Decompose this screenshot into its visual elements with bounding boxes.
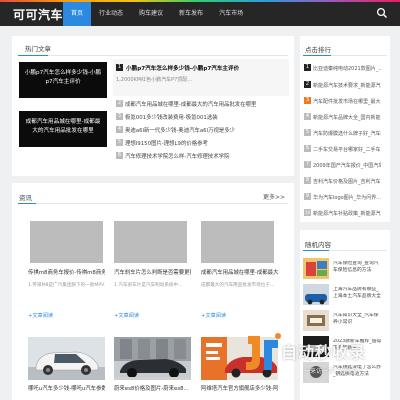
news-more-link[interactable]: 更多>> [263,192,285,201]
hot-item-title[interactable]: 极氪001多少钱改装费用-极氪001选装 [125,113,218,121]
thumbnail[interactable] [303,310,329,331]
rank-badge: 9 [304,193,311,200]
rank-badge: 10 [304,209,311,216]
card-title[interactable]: 阿维塔汽车官方旗舰店多少钱-阿维... [201,384,278,392]
rank-badge: 6 [304,145,311,152]
ranking-title: 点击排行 [305,46,331,54]
car-photo[interactable] [28,337,105,380]
nav-item-market[interactable]: 汽车市场 [211,2,251,26]
card-title[interactable]: 传祺m8商务车报价-传祺m8商务... [28,268,105,276]
ranking-item[interactable]: 汽车防爆膜选什么牌子好_汽车防... [313,130,381,137]
nav-item-buying-advice[interactable]: 购车建议 [131,2,171,26]
rank-badge: 4 [304,113,311,120]
read-more-link[interactable]: +文章阅读 [201,312,226,319]
divider [18,203,288,204]
main-nav: 首页 行业动态 购车建议 新车发布 汽车市场 [63,2,251,26]
thumbnail[interactable] [303,284,329,305]
hot-item-title[interactable]: 小鹏p7汽车怎么样多少钱-小鹏p7汽车主评价 [126,64,239,72]
card-title[interactable]: 哪吒u汽车多少钱-哪吒u汽车参数... [28,384,105,392]
rank-badge: 2 [116,100,123,107]
rank-badge: 7 [304,161,311,168]
nav-item-industry[interactable]: 行业动态 [91,2,131,26]
rank-badge: 8 [304,177,311,184]
ranking-item[interactable]: 新能源汽车品牌大全_国内新能... [313,114,381,121]
nav-item-home[interactable]: 首页 [63,2,92,26]
read-more-link[interactable]: +文章阅读 [114,312,139,319]
card-image[interactable] [201,221,274,263]
ranking-item[interactable]: 新能源汽车技术要求_新能源汽车... [313,82,381,89]
read-more-link[interactable]: +文章阅读 [28,312,53,319]
nav-item-new-cars[interactable]: 新车发布 [171,2,211,26]
ranking-item[interactable]: 汽车配件批发市场在哪里_最大汽... [313,98,381,105]
ranking-item[interactable]: 二手车交易平台哪家好_二手车交... [313,146,381,153]
card-summary: 1.汽车刹车片是汽车制动系统中... [114,283,183,288]
title-underline [303,55,331,56]
card-title[interactable]: 成都汽车用品城在哪里-成都最大... [201,268,278,276]
rank-badge: 5 [116,139,123,146]
hot-articles-title: 热门文章 [25,45,51,53]
title-underline [18,55,48,56]
rank-badge: 3 [304,97,311,104]
thumbnail[interactable] [303,258,329,279]
divider [18,55,288,56]
random-item-title[interactable]: 汽车保险查询_查询汽车保险信息的方法 [333,261,383,275]
ranking-item[interactable]: 比亚迪秦纯电动2021款图片_... [313,65,381,72]
random-item-title[interactable]: 上海汽车品牌有哪些_上海本土汽车品牌大全 [333,287,383,301]
rank-badge: 6 [116,152,123,159]
card-title[interactable]: 汽车刹车片怎么判断是否需要更换... [114,268,191,276]
featured-image[interactable]: 小鹏p7汽车怎么样多少钱-小鹏p7汽车主评价 [19,62,107,98]
rank-badge: 1 [304,64,311,71]
hot-item-title[interactable]: 理想l9150图片-理想L9的价格参考 [125,139,208,147]
rank-badge: 3 [116,113,123,120]
random-item-title[interactable]: 汽车知识大全_汽车保养小常识 [333,313,383,327]
card-image[interactable] [30,221,103,263]
watermark-subtext: 一来访一次一秒收录一 [304,368,365,375]
news-title: 资讯 [19,194,32,202]
card-summary: 成都最大的汽车用品批发市场位于... [201,283,275,288]
title-underline [303,250,329,251]
rank-badge: 5 [304,129,311,136]
rank-badge: 1 [116,64,123,71]
hot-item-title[interactable]: 奥迪a6l新一代多少钱-奥迪汽车a6l万视是多少 [125,126,235,134]
rank-badge: 4 [116,126,123,133]
hot-item-summary: 1,2000KM红色小鹏汽车P7顶配... [116,77,193,83]
ranking-item[interactable]: 华为汽车logo图片_华为问界... [313,194,381,201]
featured-caption: 小鹏p7汽车怎么样多少钱-小鹏p7汽车主评价 [24,70,102,85]
featured-image[interactable]: 成都汽车用品城在哪里-成都最大的汽车用品批发在哪里 [19,111,107,147]
watermark-logo-icon [246,333,281,370]
car-photo[interactable] [114,337,191,380]
ranking-item[interactable]: 新能源汽车补贴政策_新能源汽车... [313,210,381,217]
ranking-item[interactable]: 2009年国产汽车报价_中国汽车... [313,162,381,169]
ranking-item[interactable]: 吉利汽车价格及图片_吉利汽车最... [313,178,381,185]
featured-caption: 成都汽车用品城在哪里-成都最大的汽车用品批发在哪里 [25,119,101,134]
random-title: 随机内容 [305,241,331,249]
title-underline [18,203,36,204]
card-image[interactable] [114,221,187,263]
watermark-text: 自动秒收录 [281,343,367,362]
rank-badge: 2 [304,81,311,88]
hot-item-title[interactable]: 汽车修理技术学院怎么样-汽车修理技术学院 [125,152,229,160]
card-summary: 1.传祺M8是广汽集团旗下的一款MPV... [28,283,105,288]
card-title[interactable]: 蔚来es8价格及图片-蔚来es8... [114,384,191,392]
hot-item-title[interactable]: 成都汽车用品城在哪里-成都最大的汽车用品批发在哪里 [125,100,256,108]
search-icon[interactable] [376,7,388,19]
